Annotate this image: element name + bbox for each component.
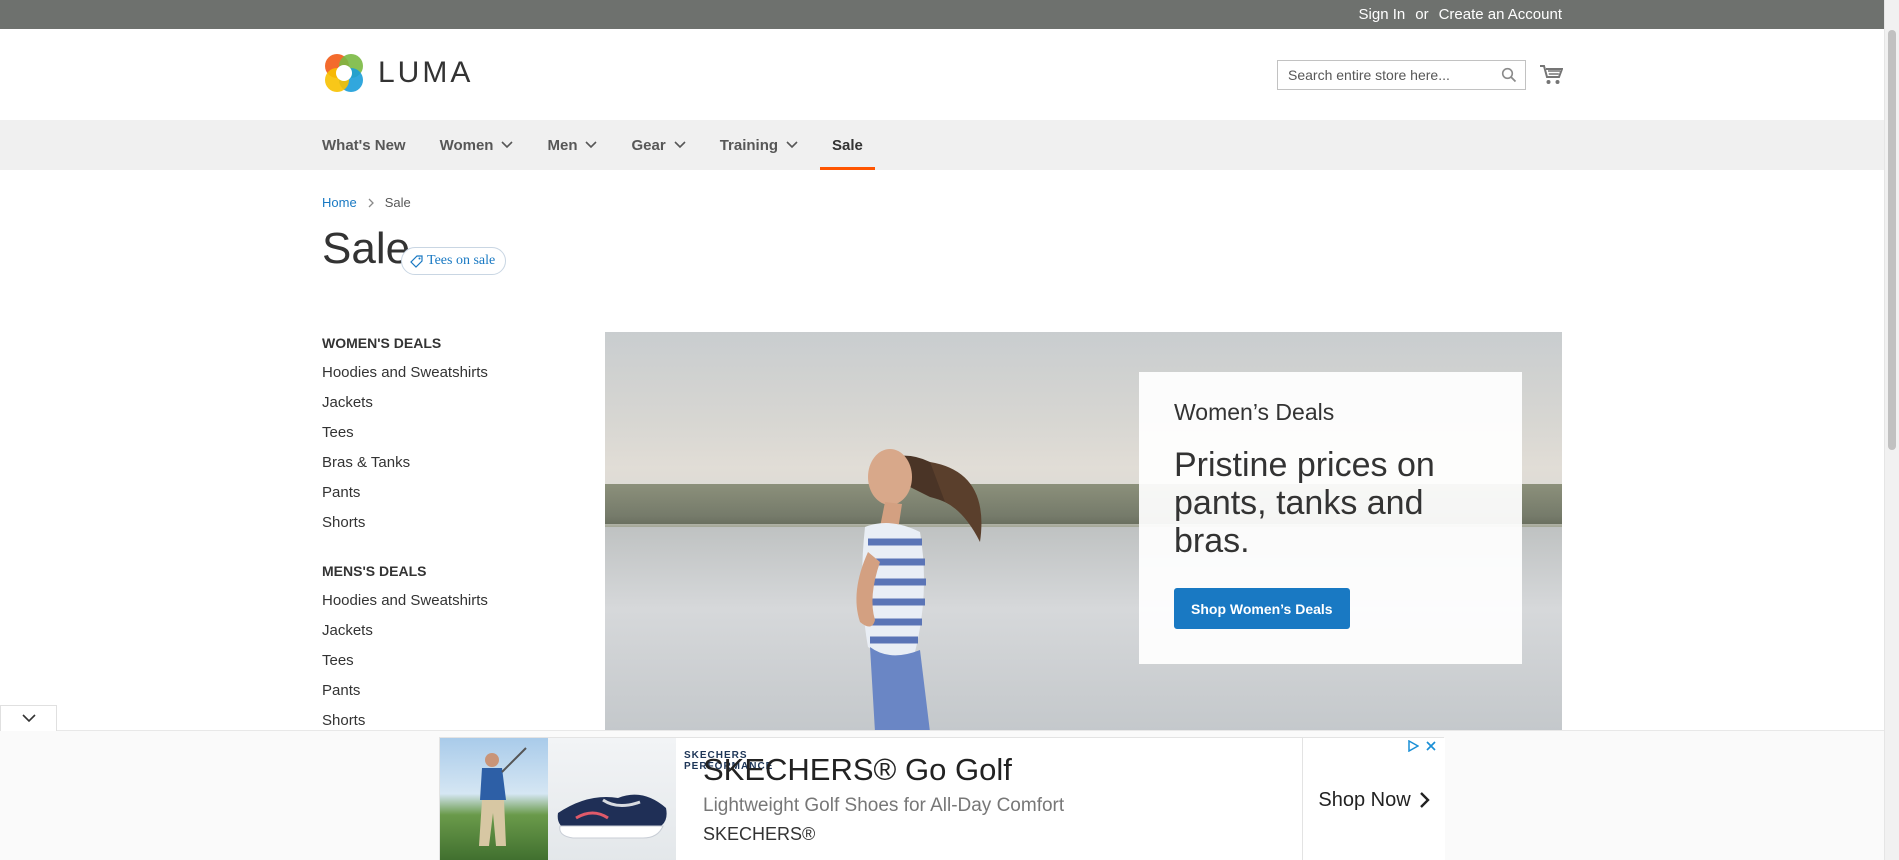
account-links: Sign In or Create an Account [1359, 0, 1562, 29]
womens-deals-group: WOMEN'S DEALS Hoodies and Sweatshirts Ja… [322, 333, 562, 533]
ad-collapse-toggle[interactable] [0, 705, 57, 731]
hero-title: Pristine prices on pants, tanks and bras… [1174, 446, 1435, 560]
page: Sign In or Create an Account LUMA Search… [0, 0, 1884, 860]
breadcrumb-home-link[interactable]: Home [322, 195, 357, 210]
top-bar: Sign In or Create an Account [0, 0, 1884, 29]
nav-item-gear[interactable]: Gear [631, 120, 686, 170]
breadcrumb: Home Sale [322, 195, 411, 210]
nav-item-label: Men [547, 136, 578, 154]
sidebar-item-womens-tees[interactable]: Tees [322, 423, 562, 443]
ad-choices [1407, 740, 1437, 752]
search-box [1277, 60, 1526, 90]
golfer-image [440, 738, 548, 860]
sidebar-item-mens-shorts[interactable]: Shorts [322, 711, 562, 731]
shoe-image: SKECHERS PERFORMANCE [548, 738, 772, 860]
sidebar-item-womens-hoodies[interactable]: Hoodies and Sweatshirts [322, 363, 562, 383]
chevron-down-icon [674, 141, 686, 149]
or-text: or [1415, 6, 1429, 23]
nav-item-whats-new[interactable]: What's New [322, 120, 406, 170]
hero-banner[interactable]: Women’s Deals Pristine prices on pants, … [605, 332, 1562, 732]
mens-deals-group: MENS'S DEALS Hoodies and Sweatshirts Jac… [322, 561, 562, 731]
nav-item-training[interactable]: Training [720, 120, 798, 170]
chevron-right-icon [368, 198, 374, 207]
breadcrumb-current: Sale [384, 195, 411, 210]
sidebar: WOMEN'S DEALS Hoodies and Sweatshirts Ja… [322, 333, 562, 759]
ad-banner[interactable]: SKECHERS PERFORMANCE SKECHERS® Go Golf L… [439, 737, 1445, 860]
ad-advertiser: SKECHERS® [703, 824, 816, 844]
sidebar-item-mens-tees[interactable]: Tees [322, 651, 562, 671]
tag-icon [410, 254, 423, 268]
sidebar-heading: WOMEN'S DEALS [322, 335, 442, 351]
cart-icon[interactable] [1539, 64, 1563, 86]
nav-item-label: Sale [832, 136, 863, 154]
ad-bar: SKECHERS PERFORMANCE SKECHERS® Go Golf L… [0, 730, 1884, 860]
sidebar-item-mens-hoodies[interactable]: Hoodies and Sweatshirts [322, 591, 562, 611]
golfer-illustration [479, 747, 527, 846]
runner-image [856, 449, 982, 732]
sidebar-item-womens-shorts[interactable]: Shorts [322, 513, 562, 533]
luma-logo-icon [325, 54, 363, 92]
nav-item-sale[interactable]: Sale [820, 120, 875, 170]
sidebar-item-mens-jackets[interactable]: Jackets [322, 621, 562, 641]
nav-item-label: Training [719, 136, 779, 154]
adchoices-icon[interactable] [1407, 740, 1419, 752]
sidebar-heading: MENS'S DEALS [322, 563, 427, 579]
chevron-right-icon [1419, 792, 1430, 808]
hero-subtitle: Women’s Deals [1174, 399, 1335, 425]
sidebar-item-mens-pants[interactable]: Pants [322, 681, 562, 701]
tag-label: Tees on sale [427, 253, 496, 268]
sidebar-item-womens-bras-tanks[interactable]: Bras & Tanks [322, 453, 562, 473]
page-title: Sale [322, 224, 411, 273]
chevron-down-icon [585, 141, 598, 149]
search-input[interactable] [1278, 61, 1508, 89]
sidebar-item-womens-pants[interactable]: Pants [322, 483, 562, 503]
main-navigation: What's New Women Men Gear Training Sale [0, 120, 1884, 170]
nav-item-women[interactable]: Women [440, 120, 514, 170]
ad-shop-now-button[interactable]: Shop Now [1302, 738, 1445, 860]
sign-in-link[interactable]: Sign In [1359, 6, 1406, 23]
chevron-down-icon [786, 141, 798, 149]
hero-promo-card: Women’s Deals Pristine prices on pants, … [1139, 372, 1522, 664]
nav-item-men[interactable]: Men [547, 120, 598, 170]
shop-womens-deals-button[interactable]: Shop Women’s Deals [1174, 588, 1350, 629]
shoe-illustration [557, 794, 667, 839]
logo[interactable]: LUMA [322, 51, 473, 95]
nav-item-label: Gear [631, 136, 666, 154]
nav-item-label: What's New [322, 136, 406, 154]
create-account-link[interactable]: Create an Account [1439, 6, 1562, 23]
ad-title[interactable]: SKECHERS® Go Golf [703, 752, 1012, 788]
ad-description: Lightweight Golf Shoes for All-Day Comfo… [703, 795, 1065, 816]
sidebar-item-womens-jackets[interactable]: Jackets [322, 393, 562, 413]
search-icon[interactable] [1501, 67, 1517, 83]
vertical-scrollbar[interactable] [1884, 0, 1899, 860]
logo-text: LUMA [378, 56, 474, 89]
close-icon[interactable] [1425, 740, 1437, 752]
header: LUMA [0, 29, 1884, 120]
nav-item-label: Women [439, 136, 494, 154]
ad-cta-label: Shop Now [1318, 788, 1411, 811]
tees-on-sale-tag[interactable]: Tees on sale [401, 247, 507, 275]
chevron-down-icon [501, 141, 514, 149]
chevron-down-icon [21, 714, 36, 723]
scrollbar-thumb[interactable] [1888, 30, 1896, 450]
